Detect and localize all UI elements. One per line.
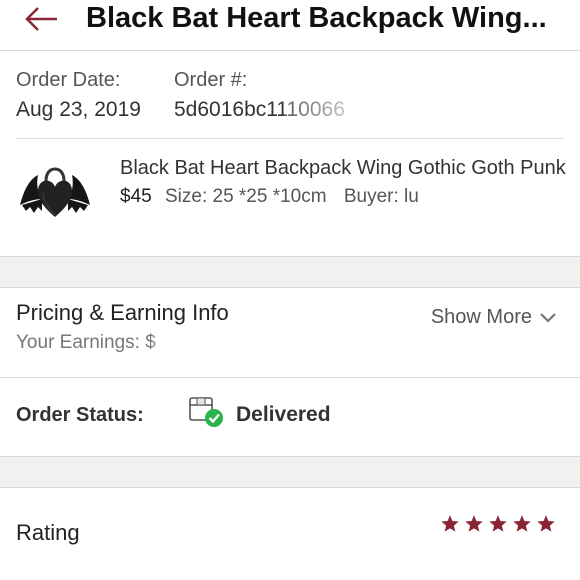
redaction-blur	[284, 98, 524, 122]
chevron-down-icon	[540, 312, 556, 323]
section-separator	[0, 256, 580, 288]
product-summary[interactable]: Black Bat Heart Backpack Wing Gothic Got…	[16, 155, 576, 245]
product-size: Size: 25 *25 *10cm	[164, 186, 327, 207]
order-status-label: Order Status:	[16, 404, 144, 426]
order-status-section: Order Status: Delivered	[16, 394, 564, 438]
back-arrow-icon	[25, 7, 57, 31]
package-delivered-icon	[188, 394, 226, 430]
order-number-label: Order #:	[174, 69, 248, 91]
redaction-blur	[152, 332, 272, 356]
star-icon	[465, 515, 483, 532]
order-date-label: Order Date:	[16, 69, 121, 91]
app-header: Black Bat Heart Backpack Wing...	[0, 0, 580, 51]
rating-section: Rating	[16, 500, 564, 560]
product-details: $45 Size: 25 *25 *10cm Buyer: lu	[120, 182, 570, 212]
divider	[16, 138, 564, 139]
divider	[0, 377, 580, 378]
product-thumbnail[interactable]	[16, 155, 94, 233]
product-title: Black Bat Heart Backpack Wing Gothic Got…	[120, 157, 566, 179]
order-number-section: Order #: 5d6016bc1110066	[174, 68, 524, 124]
page-title: Black Bat Heart Backpack Wing...	[86, 2, 547, 34]
pricing-section[interactable]: Pricing & Earning Info Show More Your Ea…	[16, 300, 564, 370]
star-icon	[537, 515, 555, 532]
earnings-line: Your Earnings: $	[16, 332, 564, 356]
order-meta: Order Date: Aug 23, 2019 Order #: 5d6016…	[16, 68, 576, 130]
rating-stars	[440, 514, 556, 534]
show-more-button[interactable]: Show More	[431, 306, 556, 329]
star-icon	[489, 515, 507, 532]
product-price: $45	[120, 186, 152, 207]
section-separator	[0, 456, 580, 488]
order-number-value: 5d6016bc1110066	[174, 96, 524, 124]
product-buyer: Buyer: lu	[343, 186, 419, 207]
product-info: Black Bat Heart Backpack Wing Gothic Got…	[120, 155, 570, 212]
redaction-blur	[438, 186, 568, 210]
earnings-label: Your Earnings: $	[16, 332, 156, 353]
show-more-label: Show More	[430, 306, 532, 328]
back-button[interactable]	[24, 6, 60, 32]
order-status-value: Delivered	[236, 403, 331, 426]
rating-label: Rating	[16, 520, 80, 545]
star-icon	[513, 515, 531, 532]
order-date-section: Order Date: Aug 23, 2019	[16, 68, 141, 124]
star-icon	[441, 515, 459, 532]
bat-backpack-image	[20, 167, 90, 217]
order-date-value: Aug 23, 2019	[16, 98, 141, 121]
